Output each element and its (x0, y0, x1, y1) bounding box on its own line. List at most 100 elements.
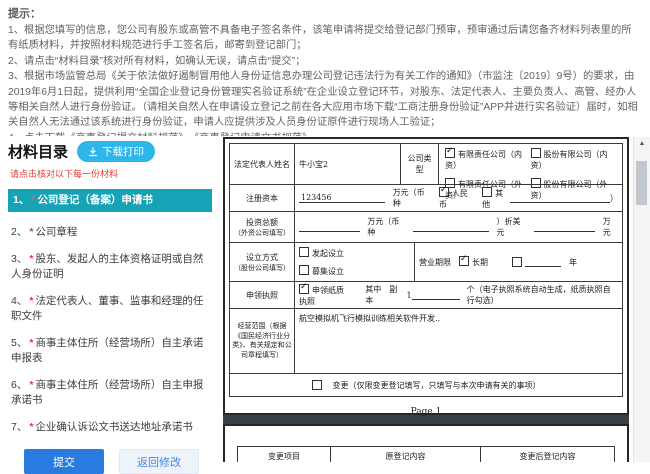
reg-capital-content: 123456 万元（币种 人民币 其他 ） (294, 185, 622, 211)
blank-underline (412, 222, 489, 232)
required-asterisk: * (29, 337, 34, 349)
item-number: 4、 (11, 295, 28, 307)
option: 募集设立 (299, 265, 344, 277)
material-item-service-address[interactable]: 7、 * 企业确认诉讼文书送达地址承诺书 (8, 418, 212, 437)
business-scope-value: 航空模拟机飞行模拟训练相关软件开发.. (294, 309, 622, 373)
required-asterisk: * (29, 421, 34, 433)
option: 有限责任公司（内资） (445, 146, 531, 171)
main-area: 材料目录 下载打印 请点击核对以下每一份材料 1、 * 公司登记（备案）申请书 2、… (0, 137, 650, 474)
material-item-appointment-docs[interactable]: 4、 * 法定代表人、董事、监事和经理的任职文件 (8, 292, 212, 326)
option: 股份有限公司（内资） (530, 148, 608, 170)
checkbox-icon (299, 265, 309, 275)
blank-underline (411, 290, 460, 300)
item-label: 企业确认诉讼文书送达地址承诺书 (35, 421, 193, 433)
row-business-scope: 经营范围（根据《国民经济行业分类》、有关规定和公司章程填写） 航空模拟机飞行模拟… (230, 308, 622, 373)
sidebar-hint: 请点击核对以下每一份材料 (10, 169, 119, 179)
row-legal-representative: 法定代表人姓名 牛小宝2 公司类型 有限责任公司（内资） 股份有限公司（内资） … (230, 144, 622, 200)
item-label: 股东、发起人的主体资格证明或自然人身份证明 (11, 253, 204, 280)
document-pages: 法定代表人姓名 牛小宝2 公司类型 有限责任公司（内资） 股份有限公司（内资） … (223, 137, 629, 462)
download-print-button[interactable]: 下载打印 (77, 141, 156, 162)
material-item-shareholder-id[interactable]: 3、 * 股东、发起人的主体资格证明或自然人身份证明 (8, 250, 212, 284)
checkbox-icon (482, 186, 493, 197)
checkbox-icon (311, 380, 322, 390)
form-page-1: 法定代表人姓名 牛小宝2 公司类型 有限责任公司（内资） 股份有限公司（内资） … (223, 137, 629, 417)
row-license-request: 申领执照 申领纸质执照 其中 副本 1 个（电子执照系统自动生成，纸质执照自行勾… (230, 281, 622, 308)
scrollbar-thumb[interactable] (636, 161, 647, 205)
changed-content-header: 变更后登记内容 (480, 447, 614, 462)
blank-underline (299, 222, 360, 232)
material-item-address-declaration[interactable]: 5、 * 商事主体住所（经营场所）自主承诺申报表 (8, 334, 212, 368)
business-term: 营业期限 长期 年 (414, 243, 622, 281)
close-paren: ） (610, 193, 618, 203)
establishment-options: 发起设立 募集设立 (294, 243, 414, 281)
item-number: 6、 (11, 379, 28, 391)
item-number: 1、 (13, 194, 30, 206)
required-asterisk: * (29, 379, 34, 391)
download-icon (88, 146, 98, 157)
row-change-registration: 变更（仅限变更登记填写，只填写与本次申请有关的事项） (230, 373, 622, 396)
required-asterisk: * (29, 295, 34, 307)
required-asterisk: * (29, 226, 34, 238)
company-type-options: 有限责任公司（内资） 股份有限公司（内资） 有限责任公司（外资） 股份有限公司（… (438, 144, 622, 200)
notice-line: 3、根据市场监管总局《关于依法做好遏制冒用他人身份证信息办理公司登记违法行为有关… (8, 71, 638, 129)
currency-rmb: 人民币 (438, 185, 475, 210)
checkbox-icon (530, 178, 541, 188)
scroll-up-arrow[interactable]: ▲ (634, 137, 650, 150)
item-number: 5、 (11, 337, 28, 349)
option: 发起设立 (299, 247, 344, 259)
form-page-2: 变更项目 原登记内容 变更后登记内容 (223, 424, 629, 462)
currency-other: 其他 (482, 186, 504, 209)
sidebar-header: 材料目录 下载打印 (8, 141, 212, 162)
unit-text: 万元（币种 (392, 188, 425, 208)
checkbox-checked-icon (438, 185, 449, 197)
material-item-articles[interactable]: 2、 * 公司章程 (8, 223, 212, 242)
item-label: 商事主体住所（经营场所）自主承诺申报表 (11, 337, 204, 364)
investment-content: 万元（币种 ）折美元 万元 (294, 212, 622, 242)
required-asterisk: * (31, 194, 36, 206)
blank-underline (534, 222, 596, 232)
license-content: 申领纸质执照 其中 副本 1 个（电子执照系统自动生成，纸质执照自行勾选） (294, 282, 622, 308)
checkbox-icon (299, 247, 309, 257)
item-number: 2、 (11, 226, 28, 238)
investment-label: 投资总额 （外资公司填写） (234, 217, 290, 237)
item-label: 公司登记（备案）申请书 (37, 194, 153, 206)
item-number: 3、 (11, 253, 28, 265)
term-label: 营业期限 (419, 257, 451, 267)
preview-scrollbar[interactable]: ▲ (633, 137, 650, 462)
download-print-label: 下载打印 (102, 146, 145, 158)
item-number: 7、 (11, 421, 28, 433)
change-item-header: 变更项目 (268, 451, 300, 461)
material-item-address-commitment[interactable]: 6、 * 商事主体住所（经营场所）自主申报承诺书 (8, 376, 212, 410)
license-label: 申领执照 (246, 290, 278, 300)
establishment-label: 设立方式 （股份公司填写） (234, 252, 290, 272)
original-content-header: 原登记内容 (330, 447, 480, 462)
reg-capital-value: 123456 (299, 193, 385, 203)
item-label: 公司章程 (35, 226, 78, 238)
notice-line: 1、根据您填写的信息，您公司有股东或高管不具备电子签名条件，该笔申请将提交给登记… (8, 25, 632, 52)
legal-rep-label: 法定代表人姓名 (234, 159, 290, 169)
required-asterisk: * (29, 253, 34, 265)
change-line: 变更（仅限变更登记填写，只填写与本次申请有关的事项） (230, 374, 622, 396)
notice-line: 4、点击下载《商事登记提交材料规范》、《商事登记申请文书规范》。 (8, 131, 640, 136)
registration-form-table: 法定代表人姓名 牛小宝2 公司类型 有限责任公司（内资） 股份有限公司（内资） … (229, 143, 623, 397)
checkbox-checked-icon (299, 282, 309, 294)
company-type-label: 公司类型 (400, 144, 438, 184)
option: 申领纸质执照 (299, 282, 351, 307)
term-longterm: 长期 (459, 254, 488, 268)
blank-underline (510, 193, 610, 203)
row-registered-capital: 注册资本 123456 万元（币种 人民币 其他 ） (230, 184, 622, 211)
blank-underline (525, 257, 561, 267)
legal-rep-value: 牛小宝2 (294, 144, 400, 184)
business-scope-label: 经营范围（根据《国民经济行业分类》、有关规定和公司章程填写） (232, 322, 292, 359)
notice-line: 2、请点击“材料目录”核对所有材料，如确认无误，请点击“提交”； (8, 55, 306, 67)
materials-sidebar: 材料目录 下载打印 请点击核对以下每一份材料 1、 * 公司登记（备案）申请书 2、… (0, 137, 218, 474)
notice-title: 提示： (8, 8, 41, 20)
checkbox-icon (512, 257, 522, 267)
checkbox-icon (530, 148, 541, 158)
sidebar-title: 材料目录 (8, 144, 69, 161)
material-item-application-form[interactable]: 1、 * 公司登记（备案）申请书 (8, 189, 212, 212)
row-total-investment: 投资总额 （外资公司填写） 万元（币种 ）折美元 万元 (230, 211, 622, 242)
notice-panel: 提示： 1、根据您填写的信息，您公司有股东或高管不具备电子签名条件，该笔申请将提… (0, 0, 650, 136)
reg-capital-label: 注册资本 (246, 193, 278, 203)
row-establishment-method: 设立方式 （股份公司填写） 发起设立 募集设立 营业期限 长期 (230, 242, 622, 281)
